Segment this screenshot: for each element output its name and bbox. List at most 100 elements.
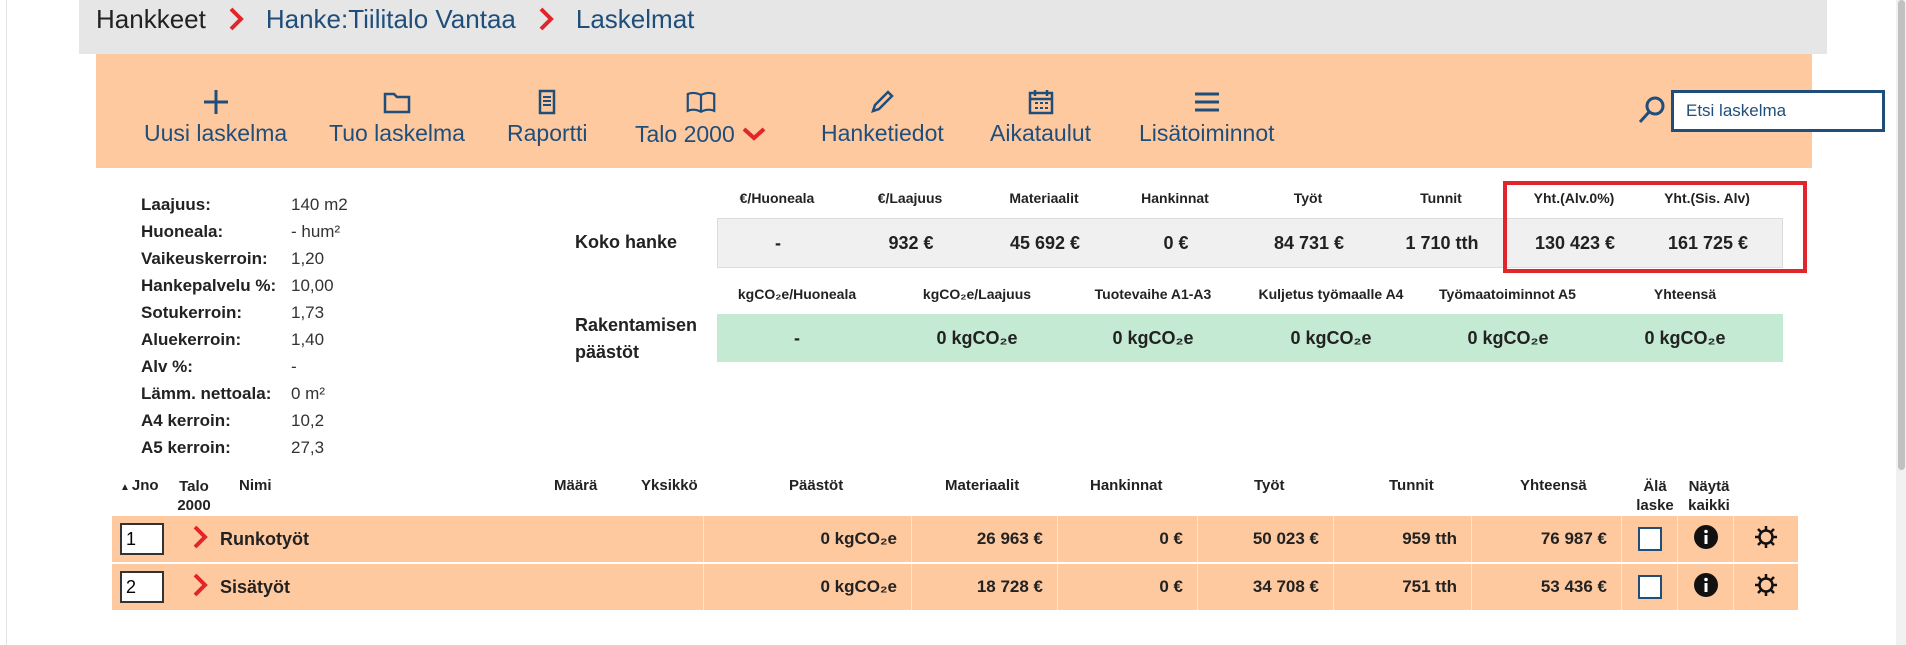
dont-count-checkbox[interactable] bbox=[1637, 575, 1662, 599]
chevron-right-icon bbox=[228, 6, 244, 32]
scrollbar-thumb[interactable] bbox=[1898, 0, 1905, 470]
sort-up-icon: ▲ bbox=[120, 482, 130, 493]
info-row: Sotukerroin: 1,73 bbox=[141, 302, 325, 322]
row-tunnit: 751 tth bbox=[1334, 564, 1472, 610]
breadcrumb-item-hanke[interactable]: Hanke:Tiilitalo Vantaa bbox=[266, 4, 516, 35]
row-tunnit: 959 tth bbox=[1334, 516, 1472, 562]
cost-header: €/Laajuus bbox=[877, 190, 943, 206]
emission-summary-row: - 0 kgCO₂e 0 kgCO₂e 0 kgCO₂e 0 kgCO₂e 0 … bbox=[717, 314, 1783, 362]
toolbar: Uusi laskelma Tuo laskelma Raportti Talo… bbox=[96, 54, 1885, 168]
info-row: Aluekerroin: 1,40 bbox=[141, 329, 325, 349]
emission-header: Työmaatoiminnot A5 bbox=[1439, 286, 1576, 302]
cost-header: Tunnit bbox=[1420, 190, 1462, 206]
chevron-right-icon bbox=[538, 6, 554, 32]
breadcrumb: Hankkeet Hanke:Tiilitalo Vantaa Laskelma… bbox=[96, 0, 694, 38]
gear-icon[interactable] bbox=[1753, 572, 1779, 603]
dont-count-checkbox[interactable] bbox=[1637, 527, 1662, 551]
row-hankinnat: 0 € bbox=[1058, 564, 1198, 610]
row-hankinnat: 0 € bbox=[1058, 516, 1198, 562]
column-header-tyot: Työt bbox=[1254, 477, 1285, 494]
talo2000-button[interactable]: Talo 2000 bbox=[635, 84, 767, 147]
more-actions-button[interactable]: Lisätoiminnot bbox=[1139, 84, 1275, 146]
info-row: Vaikeuskerroin: 1,20 bbox=[141, 248, 325, 268]
table-row: Runkotyöt 0 kgCO₂e 26 963 € 0 € 50 023 €… bbox=[112, 516, 1798, 562]
column-header-jno[interactable]: ▲ Jno bbox=[120, 477, 159, 494]
info-row: A5 kerroin: 27,3 bbox=[141, 437, 325, 457]
breadcrumb-item-hankkeet[interactable]: Hankkeet bbox=[96, 4, 206, 35]
column-header-ala-laske: Älä laske bbox=[1636, 478, 1674, 514]
row-tyot: 34 708 € bbox=[1198, 564, 1334, 610]
cost-header: Työt bbox=[1293, 190, 1323, 206]
breadcrumb-item-laskelmat[interactable]: Laskelmat bbox=[576, 4, 695, 35]
calendar-icon bbox=[1026, 84, 1056, 120]
page-left-border bbox=[6, 0, 7, 645]
row-yhteensa: 53 436 € bbox=[1472, 564, 1622, 610]
expand-chevron-icon[interactable] bbox=[192, 572, 208, 603]
document-icon bbox=[532, 84, 562, 120]
search-icon[interactable] bbox=[1636, 94, 1668, 131]
column-header-paastot: Päästöt bbox=[789, 477, 844, 494]
expand-chevron-icon[interactable] bbox=[192, 524, 208, 555]
cost-value: - bbox=[775, 232, 781, 253]
search-input[interactable] bbox=[1671, 90, 1885, 132]
highlight-box bbox=[1503, 181, 1807, 273]
cost-row-label: Koko hanke bbox=[575, 232, 678, 252]
emission-value: 0 kgCO₂e bbox=[1112, 327, 1194, 348]
emission-value: 0 kgCO₂e bbox=[1644, 327, 1726, 348]
column-header-maara: Määrä bbox=[554, 477, 598, 494]
emission-value: 0 kgCO₂e bbox=[1467, 327, 1549, 348]
emission-value: 0 kgCO₂e bbox=[936, 327, 1018, 348]
cost-value: 0 € bbox=[1163, 232, 1189, 253]
info-row: Lämm. nettoala: 0 m² bbox=[141, 383, 325, 403]
report-button[interactable]: Raportti bbox=[507, 84, 588, 146]
column-header-tunnit: Tunnit bbox=[1389, 477, 1434, 494]
schedules-button[interactable]: Aikataulut bbox=[990, 84, 1091, 146]
project-parameters: Laajuus: 140 m2 Huoneala: - hum² Vaikeuske… bbox=[141, 191, 348, 461]
row-paastot: 0 kgCO₂e bbox=[704, 516, 912, 562]
info-icon[interactable] bbox=[1693, 572, 1719, 603]
project-info-button[interactable]: Hanketiedot bbox=[821, 84, 944, 146]
row-name[interactable]: Runkotyöt bbox=[220, 529, 309, 550]
column-header-nimi: Nimi bbox=[239, 477, 272, 494]
cost-header: Materiaalit bbox=[1009, 190, 1079, 206]
jno-input[interactable] bbox=[120, 523, 164, 555]
emission-header: kgCO₂e/Laajuus bbox=[922, 286, 1032, 302]
emission-header: kgCO₂e/Huoneala bbox=[737, 286, 857, 302]
row-yhteensa: 76 987 € bbox=[1472, 516, 1622, 562]
new-calculation-button[interactable]: Uusi laskelma bbox=[144, 84, 287, 146]
gear-icon[interactable] bbox=[1753, 524, 1779, 555]
emission-header: Tuotevaihe A1-A3 bbox=[1094, 286, 1212, 302]
book-icon bbox=[686, 84, 716, 120]
cost-value: 932 € bbox=[888, 232, 934, 253]
cost-value: 1 710 tth bbox=[1405, 232, 1479, 253]
info-row: Huoneala: - hum² bbox=[141, 221, 341, 241]
info-row: A4 kerroin: 10,2 bbox=[141, 410, 325, 430]
cost-header: €/Huoneala bbox=[739, 190, 815, 206]
cost-value: 45 692 € bbox=[1009, 232, 1081, 253]
pencil-icon bbox=[867, 84, 897, 120]
column-header-materiaalit: Materiaalit bbox=[945, 477, 1020, 494]
plus-icon bbox=[201, 84, 231, 120]
menu-icon bbox=[1192, 84, 1222, 120]
column-header-nayta-kaikki: Näytä kaikki bbox=[1688, 478, 1730, 514]
row-paastot: 0 kgCO₂e bbox=[704, 564, 912, 610]
import-calculation-button[interactable]: Tuo laskelma bbox=[329, 84, 465, 146]
table-row: Sisätyöt 0 kgCO₂e 18 728 € 0 € 34 708 € … bbox=[112, 564, 1798, 610]
info-row: Hankepalvelu %: 10,00 bbox=[141, 275, 334, 295]
folder-icon bbox=[382, 84, 412, 120]
info-row: Alv %: - bbox=[141, 356, 297, 376]
info-icon[interactable] bbox=[1693, 524, 1719, 555]
emission-header: Kuljetus työmaalle A4 bbox=[1258, 286, 1404, 302]
row-name[interactable]: Sisätyöt bbox=[220, 577, 290, 598]
cost-value: 84 731 € bbox=[1273, 232, 1345, 253]
column-header-yksikko: Yksikkö bbox=[641, 477, 698, 494]
emission-row-label: Rakentamisen päästöt bbox=[575, 315, 698, 362]
emission-value: - bbox=[794, 327, 800, 348]
jno-input[interactable] bbox=[120, 571, 164, 603]
row-materiaalit: 18 728 € bbox=[912, 564, 1058, 610]
emission-header: Yhteensä bbox=[1653, 286, 1717, 302]
info-row: Laajuus: 140 m2 bbox=[141, 194, 348, 214]
column-header-talo2000: Talo 2000 bbox=[177, 478, 211, 514]
row-tyot: 50 023 € bbox=[1198, 516, 1334, 562]
chevron-down-icon[interactable] bbox=[735, 120, 767, 147]
